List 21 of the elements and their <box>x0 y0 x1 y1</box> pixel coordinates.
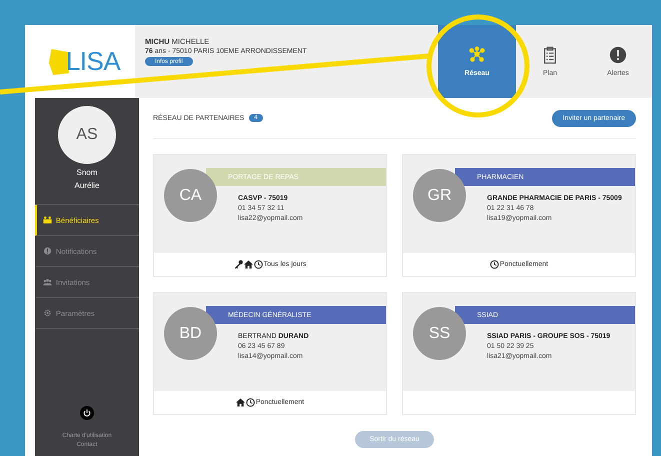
home-icon <box>236 398 245 407</box>
info-icon <box>42 247 52 255</box>
network-icon <box>468 46 486 64</box>
settings-icon <box>42 309 52 317</box>
partner-avatar: GR <box>413 169 466 222</box>
clock-icon <box>490 260 499 269</box>
power-button[interactable] <box>80 406 94 420</box>
users-icon <box>42 278 52 286</box>
user-avatar: AS <box>58 106 116 164</box>
key-icon <box>234 260 243 269</box>
partner-avatar: CA <box>164 169 217 222</box>
partner-avatar: SS <box>413 307 466 360</box>
clipboard-icon <box>541 46 559 64</box>
group-icon <box>42 216 52 224</box>
partner-avatar: BD <box>164 307 217 360</box>
home-icon <box>244 260 253 269</box>
user-first-name: Aurélie <box>74 181 100 190</box>
alert-icon <box>609 46 627 64</box>
clock-icon <box>254 260 263 269</box>
user-last-name: Snom <box>76 168 98 177</box>
clock-icon <box>246 398 255 407</box>
